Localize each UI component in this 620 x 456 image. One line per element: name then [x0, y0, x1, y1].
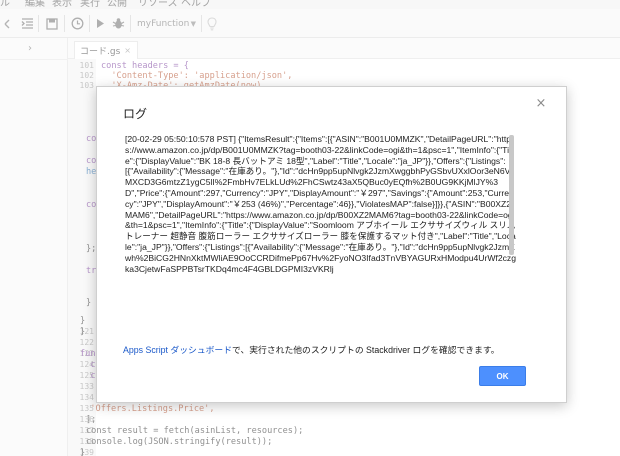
log-output[interactable]: [20-02-29 05:50:10:578 PST] {"ItemsResul…	[125, 134, 517, 330]
ok-button[interactable]: OK	[479, 366, 526, 386]
dialog-title: ログ	[123, 107, 148, 121]
close-icon[interactable]: ×	[534, 97, 548, 111]
dashboard-note: Apps Script ダッシュボードで、実行された他のスクリプトの Stack…	[123, 343, 500, 356]
dashboard-note-text: で、実行された他のスクリプトの Stackdriver ログを確認できます。	[232, 345, 500, 355]
log-scrollbar[interactable]	[509, 135, 514, 255]
log-dialog: ログ × [20-02-29 05:50:10:578 PST] {"Items…	[96, 86, 567, 403]
apps-script-dashboard-link[interactable]: Apps Script ダッシュボード	[123, 345, 232, 355]
